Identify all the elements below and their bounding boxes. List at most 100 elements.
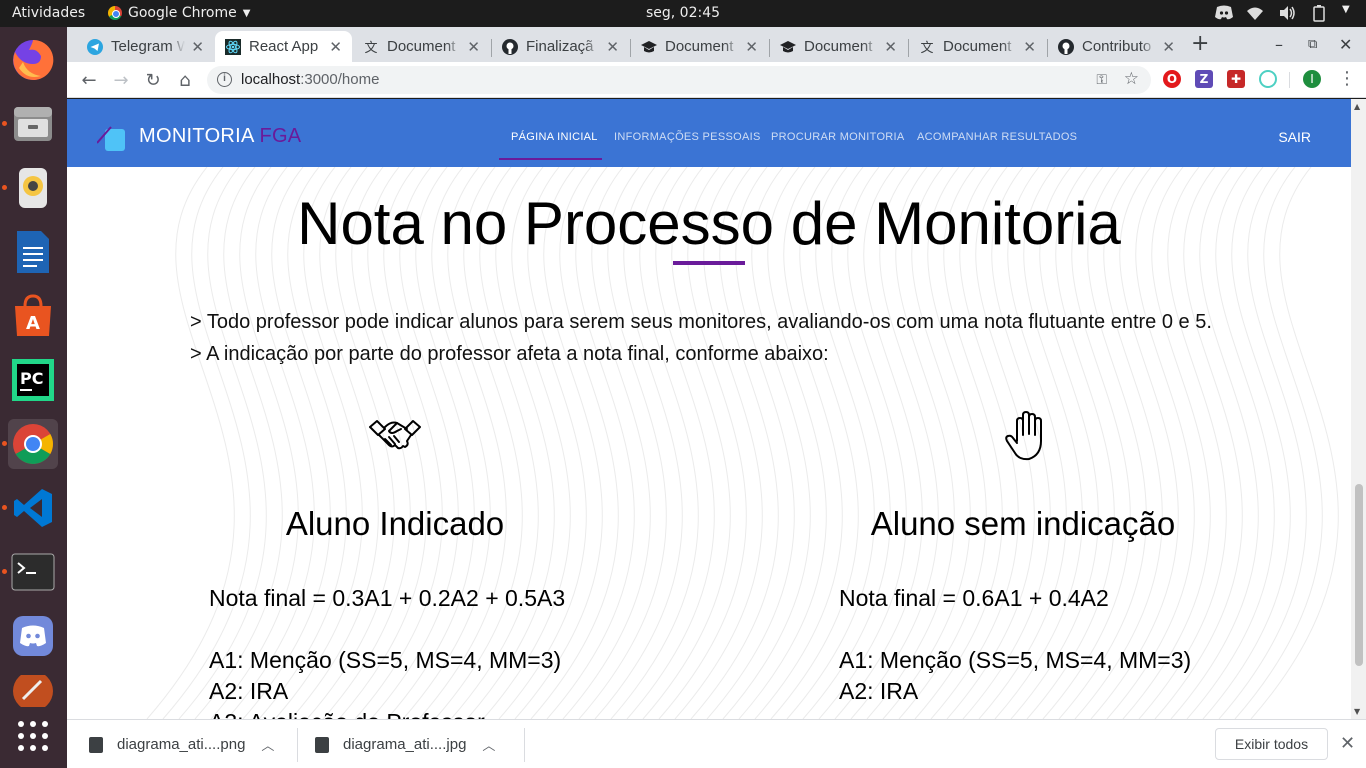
- tab-title: Contributo: [1082, 38, 1152, 55]
- terminal-icon: [11, 553, 55, 591]
- home-button[interactable]: ⌂: [173, 68, 197, 92]
- app-grid-icon: [18, 721, 48, 751]
- tab-title: Document: [804, 38, 873, 55]
- dock-terminal[interactable]: [2, 547, 58, 597]
- close-icon[interactable]: ✕: [191, 38, 204, 56]
- forward-button[interactable]: →: [109, 68, 133, 92]
- maximize-button[interactable]: ⧉: [1308, 37, 1317, 52]
- extension-teal-icon[interactable]: [1259, 70, 1277, 88]
- new-tab-button[interactable]: +: [1191, 31, 1209, 56]
- close-icon[interactable]: ✕: [1340, 733, 1355, 754]
- brand[interactable]: MONITORIA FGA: [139, 125, 301, 148]
- download-separator: [524, 728, 525, 762]
- tab-title: React App: [249, 38, 319, 55]
- discord-tray-icon[interactable]: [1214, 4, 1233, 22]
- nav-acompanhar-resultados[interactable]: ACOMPANHAR RESULTADOS: [917, 131, 1077, 143]
- toolbar-separator: [1289, 72, 1290, 88]
- dock-firefox[interactable]: [8, 35, 58, 85]
- chevron-up-icon[interactable]: ︿: [482, 735, 495, 754]
- close-icon[interactable]: ✕: [1162, 38, 1175, 56]
- profile-avatar[interactable]: I: [1303, 70, 1321, 88]
- formula-indicado: Nota final = 0.3A1 + 0.2A2 + 0.5A3: [209, 585, 566, 611]
- back-button[interactable]: ←: [77, 68, 101, 92]
- tab-document-3[interactable]: Document ✕: [770, 31, 907, 62]
- close-icon[interactable]: ✕: [467, 38, 480, 56]
- github-icon: [1058, 38, 1074, 55]
- nav-informacoes-pessoais[interactable]: INFORMAÇÕES PESSOAIS: [614, 131, 761, 143]
- brand-accent: FGA: [259, 125, 302, 147]
- app-menu[interactable]: Google Chrome ▼: [108, 5, 250, 21]
- download-item[interactable]: diagrama_ati....jpg ︿: [315, 720, 495, 768]
- close-window-button[interactable]: ✕: [1339, 35, 1352, 54]
- wifi-icon[interactable]: [1246, 4, 1264, 22]
- url-path: :3000/home: [300, 71, 380, 88]
- nav-procurar-monitoria[interactable]: PROCURAR MONITORIA: [771, 131, 905, 143]
- definition-a2-indicado: A2: IRA: [209, 678, 289, 704]
- clock[interactable]: seg, 02:45: [646, 5, 720, 21]
- show-all-downloads-button[interactable]: Exibir todos: [1215, 728, 1328, 760]
- dock-show-applications[interactable]: [8, 711, 58, 761]
- chevron-up-icon[interactable]: ︿: [261, 735, 274, 754]
- scrollbar-thumb[interactable]: [1355, 484, 1363, 666]
- brand-text: MONITORIA: [139, 125, 254, 147]
- star-icon[interactable]: ☆: [1124, 69, 1139, 89]
- opera-vpn-icon[interactable]: O: [1163, 70, 1181, 88]
- volume-icon[interactable]: [1278, 4, 1296, 22]
- running-indicator: [2, 121, 7, 126]
- monitoria-logo-icon: [97, 126, 125, 151]
- dock-files[interactable]: [2, 99, 58, 149]
- dock-inkscape[interactable]: [8, 675, 58, 707]
- reload-button[interactable]: ↻: [141, 68, 165, 92]
- dock-software[interactable]: A: [8, 291, 58, 341]
- chevron-down-icon: ▼: [242, 7, 251, 19]
- tab-document-2[interactable]: Document ✕: [631, 31, 768, 62]
- extension-red-icon[interactable]: ✚: [1227, 70, 1245, 88]
- translate-icon: 文: [364, 40, 378, 55]
- url-text[interactable]: localhost:3000/home: [241, 71, 379, 88]
- kebab-menu-icon[interactable]: ⋮: [1338, 70, 1356, 88]
- close-icon[interactable]: ✕: [884, 38, 897, 56]
- tab-finalizacao[interactable]: Finalizaçã ✕: [492, 31, 629, 62]
- address-bar[interactable]: i localhost:3000/home ⚿ ☆: [207, 66, 1151, 94]
- intro-line-1: > Todo professor pode indicar alunos par…: [190, 311, 1212, 333]
- title-underline: [673, 261, 745, 265]
- dock-rhythmbox[interactable]: [2, 163, 58, 213]
- software-icon: A: [15, 294, 51, 336]
- github-icon: [502, 38, 518, 55]
- close-icon[interactable]: ✕: [329, 38, 342, 56]
- dock-discord[interactable]: [8, 611, 58, 661]
- tab-document-1[interactable]: 文 Document ✕: [353, 31, 490, 62]
- tab-title: Finalizaçã: [526, 38, 594, 55]
- info-icon[interactable]: i: [217, 72, 232, 87]
- dock-writer[interactable]: [8, 227, 58, 277]
- minimize-button[interactable]: –: [1275, 35, 1283, 54]
- battery-icon[interactable]: [1310, 4, 1328, 22]
- scroll-down-arrow-icon[interactable]: ▼: [1354, 707, 1360, 716]
- key-icon[interactable]: ⚿: [1096, 71, 1107, 88]
- zotero-icon[interactable]: Z: [1195, 70, 1213, 88]
- dock-pycharm[interactable]: PC: [8, 355, 58, 405]
- page-title: Nota no Processo de Monitoria: [297, 190, 1121, 257]
- close-icon[interactable]: ✕: [606, 38, 619, 56]
- running-indicator: [2, 569, 7, 574]
- graduation-cap-icon: [641, 39, 657, 55]
- download-filename: diagrama_ati....png: [117, 736, 246, 753]
- activities-button[interactable]: Atividades: [12, 5, 85, 21]
- system-menu-chevron-icon[interactable]: ▼: [1342, 4, 1352, 22]
- download-filename: diagrama_ati....jpg: [343, 736, 467, 753]
- system-tray[interactable]: ▼: [1214, 4, 1352, 22]
- dock-chrome[interactable]: [2, 419, 58, 469]
- nav-pagina-inicial[interactable]: PÁGINA INICIAL: [511, 131, 598, 143]
- close-icon[interactable]: ✕: [745, 38, 758, 56]
- tab-title: Document: [665, 38, 734, 55]
- tab-react-app[interactable]: React App ✕: [215, 31, 352, 62]
- page-scrollbar[interactable]: ▲ ▼: [1351, 99, 1366, 719]
- download-item[interactable]: diagrama_ati....png ︿: [89, 720, 274, 768]
- logout-button[interactable]: SAIR: [1278, 129, 1311, 145]
- tab-contributors[interactable]: Contributo ✕: [1048, 31, 1185, 62]
- scroll-up-arrow-icon[interactable]: ▲: [1354, 102, 1360, 111]
- close-icon[interactable]: ✕: [1023, 38, 1036, 56]
- tab-document-4[interactable]: 文 Document ✕: [909, 31, 1046, 62]
- tab-telegram[interactable]: Telegram W ✕: [77, 31, 214, 62]
- dock-vscode[interactable]: [2, 483, 58, 533]
